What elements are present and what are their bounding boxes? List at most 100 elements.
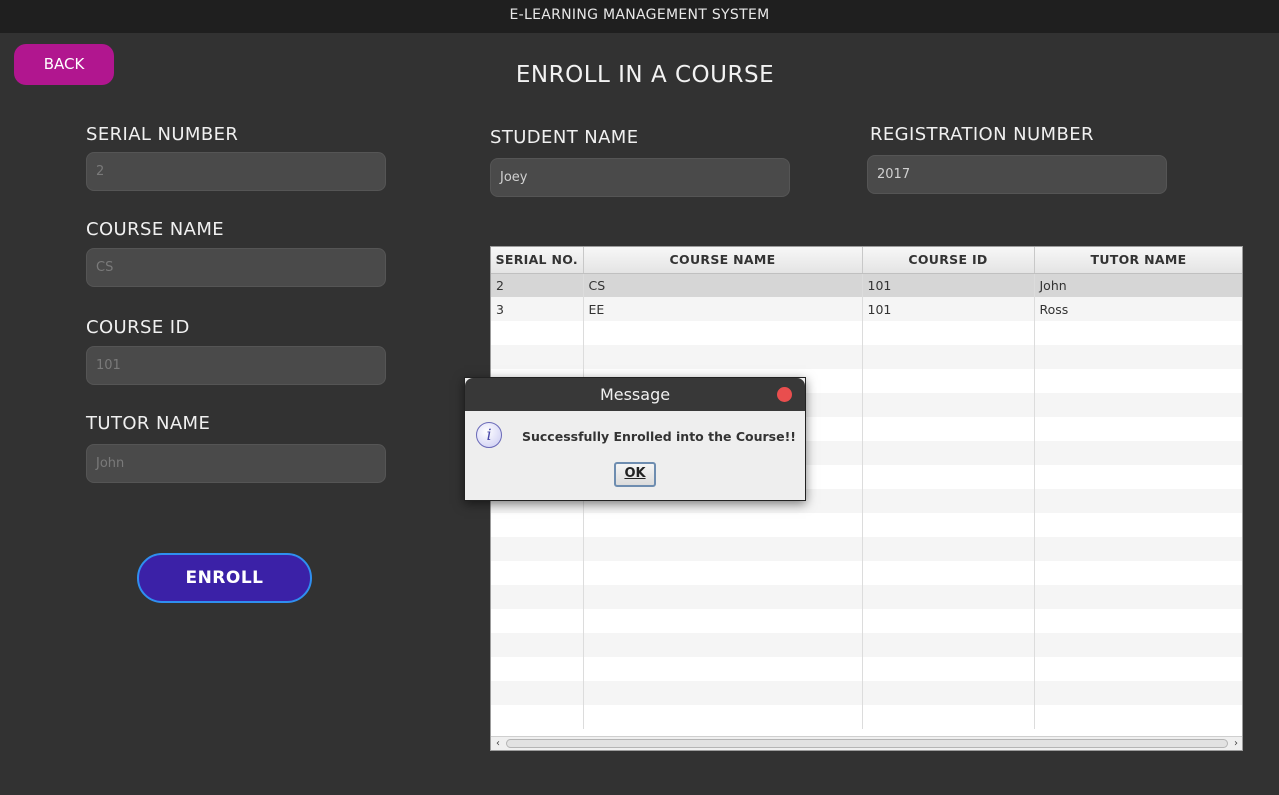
column-header-tutor-name[interactable]: TUTOR NAME bbox=[1034, 247, 1242, 274]
table-cell bbox=[1034, 609, 1242, 633]
table-cell bbox=[862, 681, 1035, 705]
table-cell bbox=[1034, 561, 1242, 585]
table-cell: 101 bbox=[862, 273, 1035, 297]
table-cell bbox=[491, 537, 584, 561]
table-cell bbox=[1034, 633, 1242, 657]
table-cell bbox=[862, 417, 1035, 441]
column-header-course-id[interactable]: COURSE ID bbox=[862, 247, 1035, 274]
table-cell bbox=[491, 561, 584, 585]
table-cell bbox=[1034, 537, 1242, 561]
table-cell bbox=[862, 489, 1035, 513]
table-cell bbox=[1034, 513, 1242, 537]
table-cell bbox=[583, 609, 863, 633]
course-id-field[interactable]: 101 bbox=[86, 346, 386, 385]
dialog-titlebar: Message bbox=[465, 378, 805, 411]
table-cell bbox=[1034, 489, 1242, 513]
table-row[interactable] bbox=[491, 585, 1242, 609]
table-cell bbox=[583, 633, 863, 657]
registration-number-label: REGISTRATION NUMBER bbox=[870, 124, 1094, 145]
table-cell bbox=[862, 705, 1035, 729]
table-cell bbox=[1034, 705, 1242, 729]
dialog-title: Message bbox=[599, 385, 671, 404]
table-row[interactable] bbox=[491, 321, 1242, 345]
scroll-right-icon[interactable]: › bbox=[1229, 737, 1242, 750]
ok-button-label: OK bbox=[624, 466, 646, 481]
close-icon[interactable] bbox=[777, 387, 792, 402]
table-row[interactable] bbox=[491, 681, 1242, 705]
table-cell: 2 bbox=[491, 273, 584, 297]
table-cell bbox=[862, 585, 1035, 609]
enroll-button[interactable]: ENROLL bbox=[137, 553, 312, 603]
table-cell bbox=[1034, 393, 1242, 417]
column-header-serial-no[interactable]: SERIAL NO. bbox=[491, 247, 584, 274]
table-cell bbox=[491, 657, 584, 681]
table-cell bbox=[862, 345, 1035, 369]
table-cell bbox=[583, 345, 863, 369]
serial-number-label: SERIAL NUMBER bbox=[86, 124, 239, 145]
course-name-field[interactable]: CS bbox=[86, 248, 386, 287]
window-title: E-LEARNING MANAGEMENT SYSTEM bbox=[0, 0, 1279, 33]
table-cell bbox=[491, 321, 584, 345]
course-id-label: COURSE ID bbox=[86, 317, 190, 338]
table-cell bbox=[862, 609, 1035, 633]
tutor-name-field[interactable]: John bbox=[86, 444, 386, 483]
table-cell bbox=[862, 393, 1035, 417]
course-name-label: COURSE NAME bbox=[86, 219, 225, 240]
table-cell bbox=[583, 657, 863, 681]
student-name-field[interactable]: Joey bbox=[490, 158, 790, 197]
table-row[interactable]: 2 CS 101 John bbox=[491, 273, 1242, 297]
table-cell bbox=[1034, 441, 1242, 465]
table-cell bbox=[862, 369, 1035, 393]
table-row[interactable] bbox=[491, 657, 1242, 681]
table-row[interactable] bbox=[491, 633, 1242, 657]
table-cell bbox=[1034, 345, 1242, 369]
dialog-message: Successfully Enrolled into the Course!! bbox=[522, 429, 796, 444]
table-row[interactable] bbox=[491, 537, 1242, 561]
table-cell bbox=[491, 513, 584, 537]
table-cell bbox=[1034, 465, 1242, 489]
table-cell bbox=[1034, 321, 1242, 345]
message-dialog: Message i Successfully Enrolled into the… bbox=[464, 377, 806, 501]
table-cell: CS bbox=[583, 273, 863, 297]
table-cell bbox=[862, 537, 1035, 561]
table-cell: 101 bbox=[862, 297, 1035, 321]
scroll-left-icon[interactable]: ‹ bbox=[491, 737, 505, 750]
horizontal-scrollbar[interactable]: ‹ › bbox=[491, 736, 1242, 750]
registration-number-field[interactable]: 2017 bbox=[867, 155, 1167, 194]
table-cell bbox=[583, 321, 863, 345]
scrollbar-thumb[interactable] bbox=[506, 739, 1228, 748]
table-row[interactable] bbox=[491, 705, 1242, 729]
tutor-name-label: TUTOR NAME bbox=[86, 413, 211, 434]
table-cell bbox=[862, 561, 1035, 585]
table-cell bbox=[1034, 417, 1242, 441]
table-cell bbox=[862, 465, 1035, 489]
table-cell bbox=[862, 513, 1035, 537]
table-cell bbox=[583, 705, 863, 729]
serial-number-field[interactable]: 2 bbox=[86, 152, 386, 191]
table-cell bbox=[1034, 585, 1242, 609]
table-cell: John bbox=[1034, 273, 1242, 297]
table-cell bbox=[862, 321, 1035, 345]
table-cell bbox=[491, 345, 584, 369]
info-icon: i bbox=[476, 422, 502, 448]
table-cell bbox=[862, 657, 1035, 681]
table-cell: 3 bbox=[491, 297, 584, 321]
table-row[interactable]: 3 EE 101 Ross bbox=[491, 297, 1242, 321]
table-cell bbox=[583, 585, 863, 609]
table-cell bbox=[491, 681, 584, 705]
table-cell bbox=[491, 585, 584, 609]
table-cell bbox=[491, 609, 584, 633]
table-cell: Ross bbox=[1034, 297, 1242, 321]
table-row[interactable] bbox=[491, 609, 1242, 633]
table-row[interactable] bbox=[491, 561, 1242, 585]
table-cell bbox=[1034, 681, 1242, 705]
table-cell: EE bbox=[583, 297, 863, 321]
table-cell bbox=[1034, 657, 1242, 681]
table-row[interactable] bbox=[491, 513, 1242, 537]
table-row[interactable] bbox=[491, 345, 1242, 369]
column-header-course-name[interactable]: COURSE NAME bbox=[583, 247, 863, 274]
table-cell bbox=[583, 537, 863, 561]
table-cell bbox=[583, 561, 863, 585]
ok-button[interactable]: OK bbox=[614, 462, 656, 487]
table-cell bbox=[1034, 369, 1242, 393]
